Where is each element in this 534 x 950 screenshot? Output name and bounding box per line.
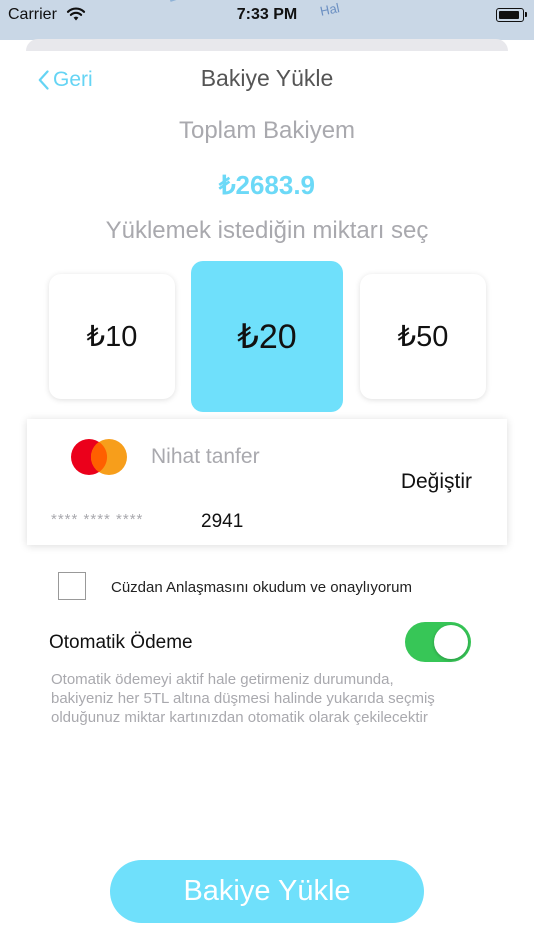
auto-payment-description: Otomatik ödemeyi aktif hale getirmeniz d… bbox=[51, 670, 491, 727]
auto-payment-toggle[interactable] bbox=[405, 622, 471, 662]
total-balance-value: ₺2683.9 bbox=[218, 170, 316, 200]
amount-option-10[interactable]: ₺10 bbox=[49, 274, 175, 399]
map-road-line bbox=[170, 0, 285, 2]
toggle-knob bbox=[434, 625, 468, 659]
page-title: Bakiye Yükle bbox=[200, 65, 334, 91]
description-line-1: Otomatik ödemeyi aktif hale getirmeniz d… bbox=[51, 671, 394, 688]
total-balance-label: Toplam Bakiyem bbox=[178, 117, 356, 144]
auto-payment-label: Otomatik Ödeme bbox=[49, 632, 193, 653]
mastercard-icon bbox=[71, 439, 127, 475]
card-last-four: 2941 bbox=[201, 511, 244, 532]
description-line-3: olduğunuz miktar kartınızdan otomatik ol… bbox=[51, 709, 428, 726]
card-number-mask: **** **** **** bbox=[51, 511, 144, 528]
description-line-2: bakiyeniz her 5TL altına düşmesi halinde… bbox=[51, 690, 435, 707]
amount-option-50[interactable]: ₺50 bbox=[360, 274, 486, 399]
status-time: 7:33 PM bbox=[236, 6, 298, 23]
amount-prompt: Yüklemek istediğin miktarı seç bbox=[105, 217, 429, 244]
battery-icon bbox=[496, 8, 524, 22]
agreement-label[interactable]: Cüzdan Anlaşmasını okudum ve onaylıyorum bbox=[111, 579, 412, 596]
status-bar: Hal Carrier 7:33 PM bbox=[0, 0, 534, 40]
battery-cap bbox=[525, 12, 527, 17]
agreement-checkbox[interactable] bbox=[58, 572, 86, 600]
top-up-button[interactable]: Bakiye Yükle bbox=[110, 860, 424, 923]
change-card-button[interactable]: Değiştir bbox=[401, 470, 472, 494]
amount-option-20[interactable]: ₺20 bbox=[191, 261, 343, 412]
card-holder-name: Nihat tanfer bbox=[151, 445, 260, 468]
payment-card: Nihat tanfer Değiştir **** **** **** 294… bbox=[27, 419, 507, 545]
